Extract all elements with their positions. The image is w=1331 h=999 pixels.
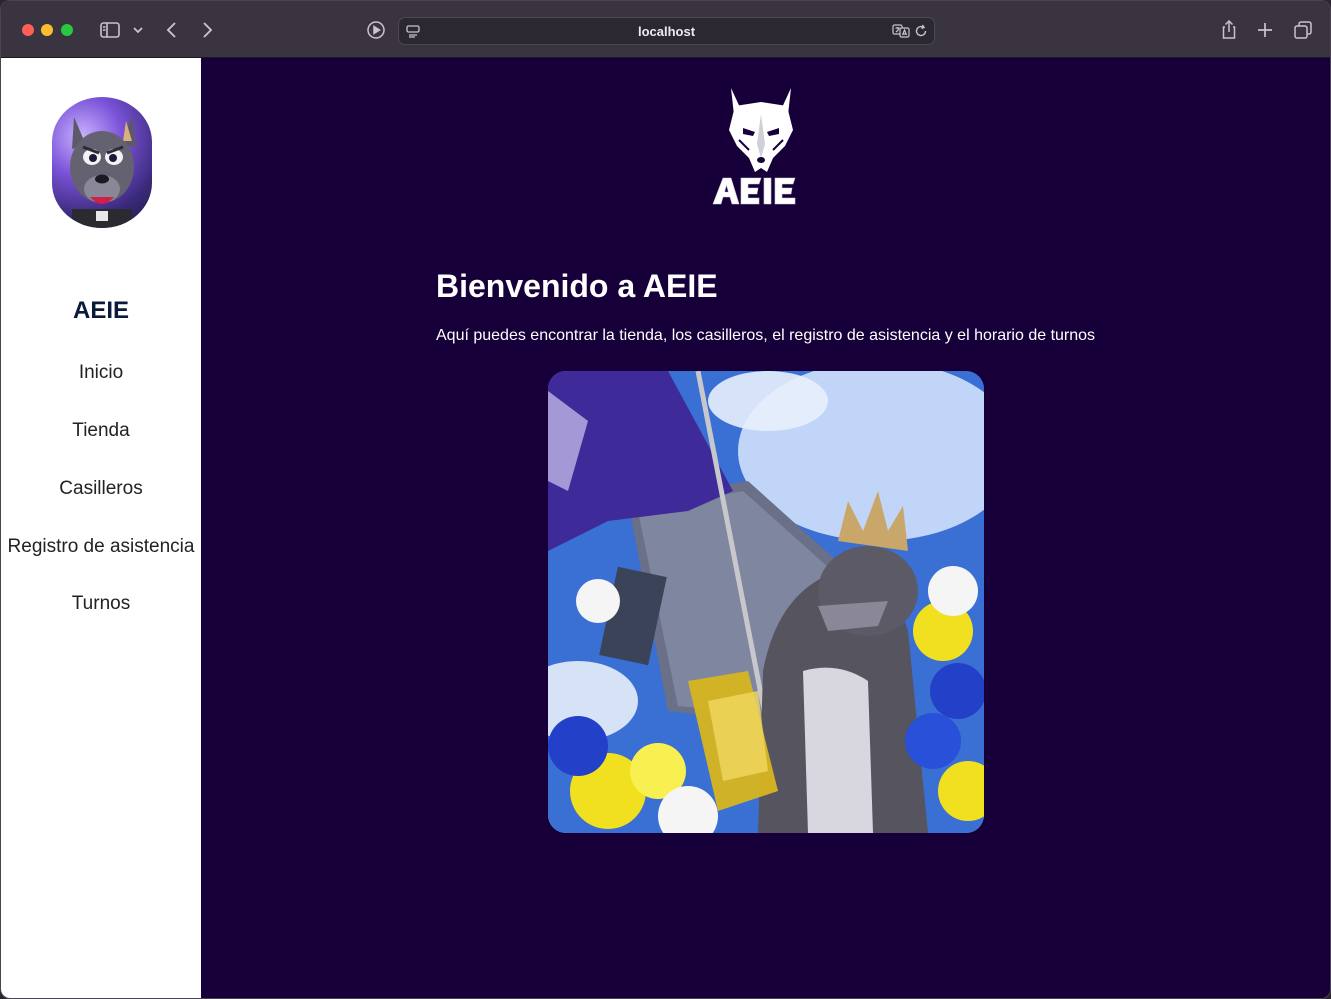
tab-overview-icon[interactable]	[1291, 18, 1315, 42]
forward-icon[interactable]	[195, 18, 219, 42]
mascot-hero-image	[548, 371, 984, 833]
sidebar-toggle-icon[interactable]	[98, 18, 122, 42]
new-tab-icon[interactable]	[1253, 18, 1277, 42]
address-bar[interactable]: localhost	[398, 17, 935, 45]
nav-item-inicio[interactable]: Inicio	[1, 362, 201, 384]
nav-item-turnos[interactable]: Turnos	[1, 593, 201, 615]
maximize-window-button[interactable]	[61, 24, 73, 36]
reload-icon[interactable]	[913, 23, 929, 39]
url-text: localhost	[637, 24, 696, 39]
sidebar: AEIE Inicio Tienda Casilleros Registro d…	[1, 58, 201, 998]
nav-item-registro-asistencia[interactable]: Registro de asistencia	[1, 536, 201, 558]
chevron-down-icon[interactable]	[130, 18, 146, 42]
translate-icon[interactable]	[892, 23, 910, 39]
nav-item-casilleros[interactable]: Casilleros	[1, 478, 201, 500]
main-content: Bienvenido a AEIE Aquí puedes encontrar …	[201, 58, 1330, 998]
page-subtitle: Aquí puedes encontrar la tienda, los cas…	[436, 327, 1096, 344]
mascot-avatar	[52, 97, 152, 228]
browser-window: localhost AEIE Inicio Tienda Casilleros …	[0, 0, 1331, 999]
sidebar-brand: AEIE	[72, 297, 129, 324]
back-icon[interactable]	[160, 18, 184, 42]
minimize-window-button[interactable]	[41, 24, 53, 36]
close-window-button[interactable]	[22, 24, 34, 36]
browser-toolbar: localhost	[1, 1, 1330, 58]
media-icon[interactable]	[364, 18, 388, 42]
page-title: Bienvenido a AEIE	[436, 268, 718, 304]
share-icon[interactable]	[1217, 18, 1241, 42]
aeie-wolf-logo	[709, 84, 813, 208]
nav-item-tienda[interactable]: Tienda	[1, 420, 201, 442]
